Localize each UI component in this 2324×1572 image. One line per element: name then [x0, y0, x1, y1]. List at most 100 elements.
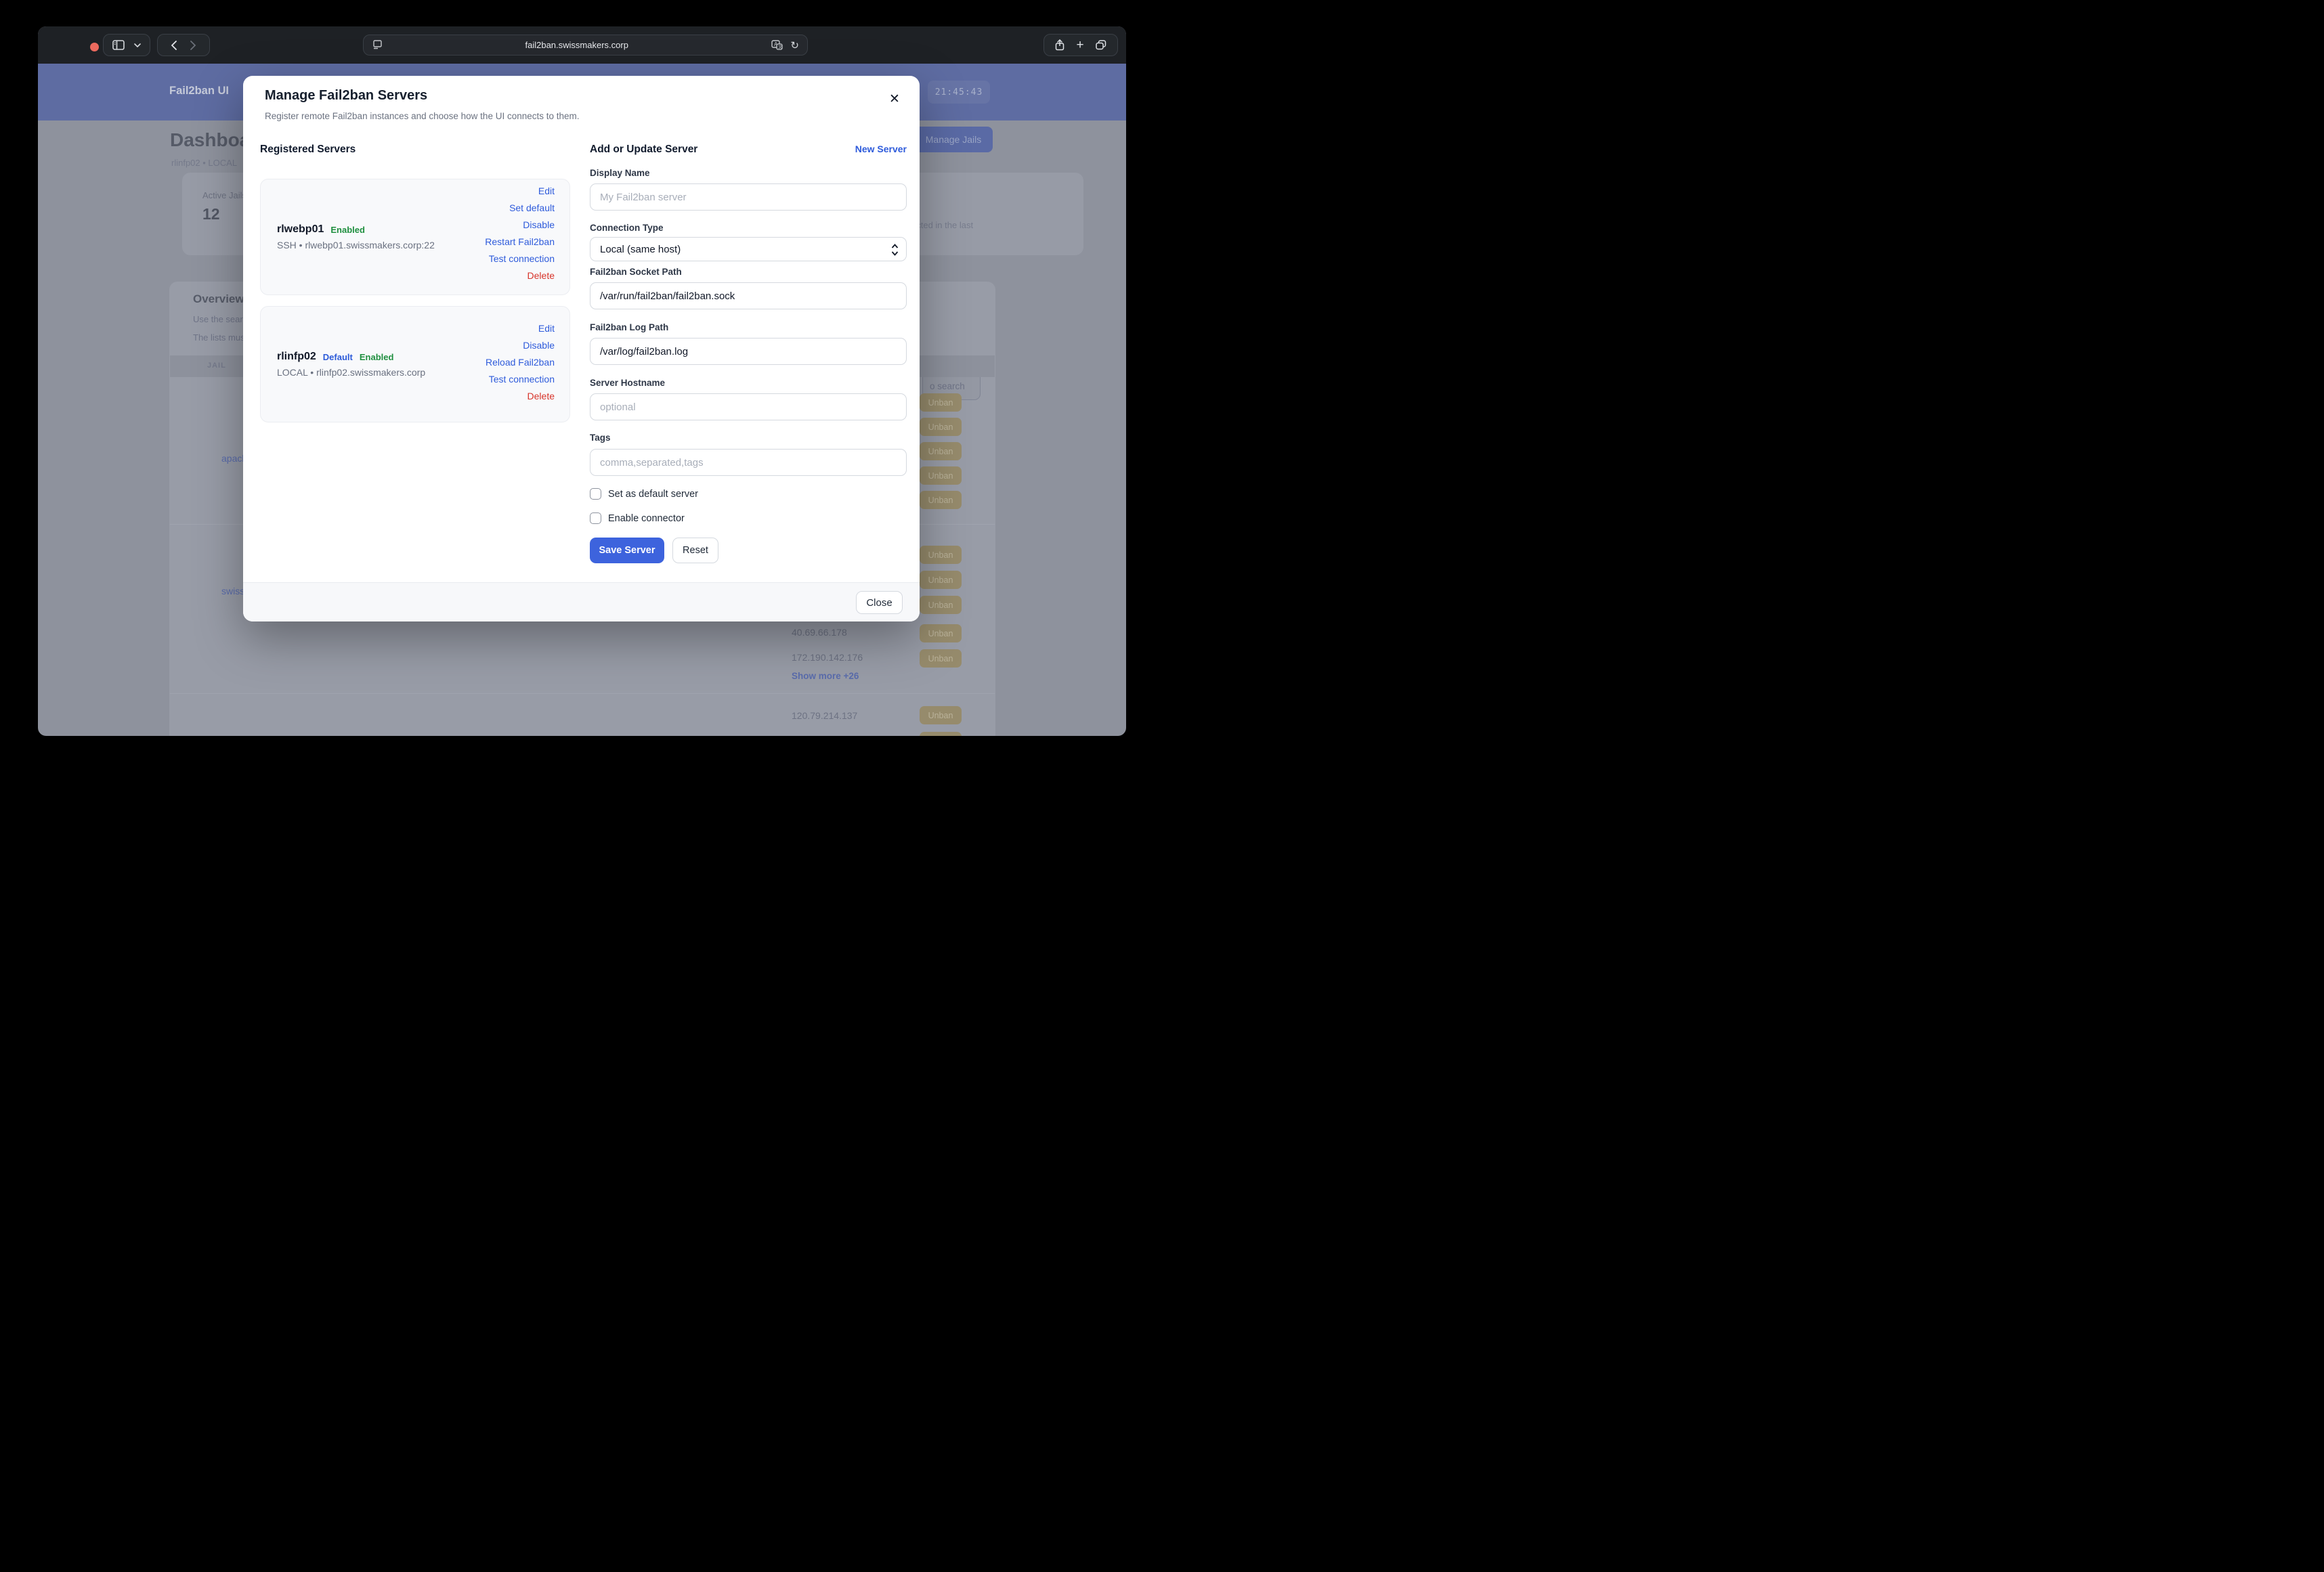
new-server-link[interactable]: New Server — [590, 144, 907, 154]
url-text: fail2ban.swissmakers.corp — [382, 40, 771, 50]
server-card-rlinfp02: rlinfp02 Default Enabled LOCAL • rlinfp0… — [260, 306, 570, 422]
overview-line2: The lists mus — [193, 332, 245, 343]
connection-type-select[interactable]: Local (same host) — [590, 237, 907, 261]
reset-button[interactable]: Reset — [672, 538, 718, 563]
back-button[interactable] — [171, 41, 177, 50]
unban-button[interactable]: Unban — [920, 732, 962, 736]
hostname-input[interactable] — [590, 393, 907, 420]
unban-button[interactable]: Unban — [920, 706, 962, 724]
chevron-down-icon — [134, 43, 141, 47]
unban-button[interactable]: Unban — [920, 491, 962, 509]
server-name: rlwebp01 — [277, 223, 324, 236]
socket-path-input[interactable] — [590, 282, 907, 309]
server-info: rlinfp02 Default Enabled LOCAL • rlinfp0… — [277, 307, 425, 422]
disable-link[interactable]: Disable — [523, 340, 555, 351]
set-default-link[interactable]: Set default — [509, 202, 555, 213]
enable-connector-checkbox[interactable] — [590, 512, 601, 524]
show-more-link[interactable]: Show more +26 — [792, 671, 859, 681]
tab-overview-icon[interactable] — [1096, 40, 1106, 50]
server-name: rlinfp02 — [277, 351, 316, 363]
modal-title: Manage Fail2ban Servers — [265, 88, 427, 104]
close-window-button[interactable] — [90, 43, 99, 51]
nav-buttons-group — [157, 34, 210, 56]
unban-button[interactable]: Unban — [920, 466, 962, 485]
browser-toolbar: fail2ban.swissmakers.corp A文 ↻ + — [38, 26, 1126, 64]
app-title: Fail2ban UI — [169, 85, 229, 97]
unban-button[interactable]: Unban — [920, 393, 962, 412]
unban-button[interactable]: Unban — [920, 546, 962, 564]
share-icon[interactable] — [1055, 39, 1064, 51]
server-actions: Edit Set default Disable Restart Fail2ba… — [485, 185, 555, 281]
translate-icon[interactable]: A文 — [771, 40, 783, 51]
active-jails-label: Active Jails — [202, 190, 246, 200]
jail-column-header: JAIL — [207, 362, 226, 370]
edit-link[interactable]: Edit — [538, 185, 555, 196]
test-connection-link[interactable]: Test connection — [489, 374, 555, 385]
modal-footer: Close — [243, 582, 920, 621]
sidebar-icon — [112, 40, 125, 50]
set-default-checkbox[interactable] — [590, 488, 601, 500]
svg-text:文: 文 — [779, 44, 783, 49]
manage-servers-modal: Manage Fail2ban Servers Register remote … — [243, 76, 920, 621]
clock-badge: 21:45:43 — [928, 81, 990, 104]
select-stepper-icon — [891, 242, 899, 257]
new-tab-icon[interactable]: + — [1076, 39, 1083, 51]
unban-button[interactable]: Unban — [920, 418, 962, 436]
enable-connector-checkbox-label: Enable connector — [608, 513, 685, 524]
edit-link[interactable]: Edit — [538, 323, 555, 334]
sidebar-toggle-group[interactable] — [103, 34, 150, 56]
server-info: rlwebp01 Enabled SSH • rlwebp01.swissmak… — [277, 179, 435, 294]
server-connection: SSH • rlwebp01.swissmakers.corp:22 — [277, 240, 435, 250]
reader-icon[interactable] — [373, 40, 382, 50]
unban-button[interactable]: Unban — [920, 649, 962, 668]
enabled-badge: Enabled — [360, 352, 394, 362]
log-path-input[interactable] — [590, 338, 907, 365]
server-card-rlwebp01: rlwebp01 Enabled SSH • rlwebp01.swissmak… — [260, 179, 570, 295]
delete-link[interactable]: Delete — [528, 391, 555, 401]
connection-type-label: Connection Type — [590, 223, 664, 233]
disable-link[interactable]: Disable — [523, 219, 555, 230]
overview-line1: Use the sear — [193, 314, 243, 324]
server-connection: LOCAL • rlinfp02.swissmakers.corp — [277, 367, 425, 378]
display-name-input[interactable] — [590, 183, 907, 211]
tags-label: Tags — [590, 433, 611, 443]
unban-button[interactable]: Unban — [920, 624, 962, 642]
unban-button[interactable]: Unban — [920, 442, 962, 460]
close-button[interactable]: Close — [856, 591, 903, 614]
enable-connector-checkbox-row: Enable connector — [590, 512, 685, 524]
modal-subtitle: Register remote Fail2ban instances and c… — [265, 111, 580, 121]
window-actions-group: + — [1043, 34, 1118, 56]
restart-fail2ban-link[interactable]: Restart Fail2ban — [485, 236, 555, 247]
hostname-label: Server Hostname — [590, 378, 665, 388]
reload-icon[interactable]: ↻ — [790, 39, 799, 51]
banned-ip: 40.69.66.178 — [792, 627, 847, 638]
set-default-checkbox-label: Set as default server — [608, 489, 698, 500]
banned-ip: 172.190.142.176 — [792, 652, 863, 663]
unban-button[interactable]: Unban — [920, 571, 962, 589]
reload-fail2ban-link[interactable]: Reload Fail2ban — [486, 357, 555, 368]
row-divider — [170, 693, 995, 694]
page-subtitle: rlinfp02 • LOCAL — [171, 158, 237, 168]
active-jails-value: 12 — [202, 205, 220, 223]
display-name-label: Display Name — [590, 168, 650, 178]
jail-search-placeholder: o search — [930, 381, 965, 391]
default-badge: Default — [323, 352, 353, 362]
tags-input[interactable] — [590, 449, 907, 476]
manage-jails-button[interactable]: Manage Jails — [914, 127, 993, 152]
registered-servers-heading: Registered Servers — [260, 144, 356, 156]
banned-ip: 120.79.214.137 — [792, 710, 857, 721]
forward-button[interactable] — [190, 41, 196, 50]
delete-link[interactable]: Delete — [528, 270, 555, 281]
save-server-button[interactable]: Save Server — [590, 538, 664, 563]
set-default-checkbox-row: Set as default server — [590, 488, 698, 500]
socket-path-label: Fail2ban Socket Path — [590, 267, 682, 277]
enabled-badge: Enabled — [330, 225, 365, 235]
connection-type-value: Local (same host) — [600, 244, 681, 255]
log-path-label: Fail2ban Log Path — [590, 322, 668, 332]
banned-stat-text: ected in the last — [911, 220, 973, 230]
test-connection-link[interactable]: Test connection — [489, 253, 555, 264]
unban-button[interactable]: Unban — [920, 596, 962, 614]
server-actions: Edit Disable Reload Fail2ban Test connec… — [486, 323, 555, 401]
address-bar[interactable]: fail2ban.swissmakers.corp A文 ↻ — [363, 35, 808, 56]
close-icon[interactable]: ✕ — [885, 89, 904, 108]
